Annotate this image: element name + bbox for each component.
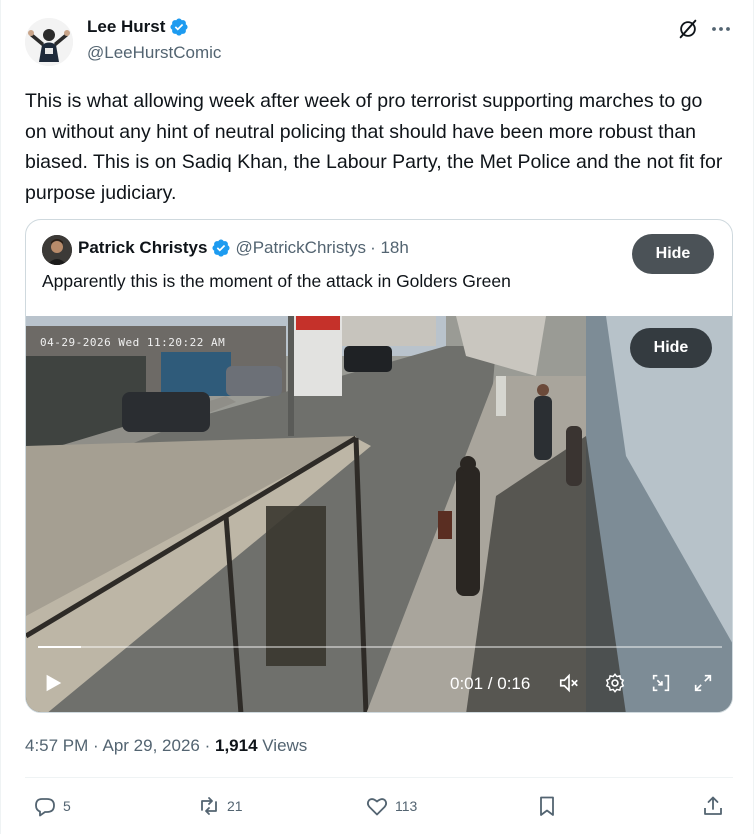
quote-name-row[interactable]: Patrick Christys @PatrickChristys · 18h — [78, 238, 409, 258]
share-icon — [704, 796, 722, 815]
meta-separator: · — [93, 736, 103, 755]
views-label: Views — [262, 736, 308, 755]
author-avatar[interactable] — [25, 18, 73, 66]
video-player[interactable]: 04-29-2026 Wed 11:20:22 AM Hide 0:01 / 0… — [26, 316, 732, 712]
hide-video-button[interactable]: Hide — [630, 328, 712, 368]
tweet-meta: 4:57 PM · Apr 29, 2026 · 1,914 Views — [25, 736, 307, 756]
repost-button[interactable]: 21 — [197, 794, 243, 818]
quote-author-handle[interactable]: @PatrickChristys — [235, 238, 366, 258]
pip-icon[interactable] — [650, 672, 672, 694]
quoted-tweet[interactable]: Patrick Christys @PatrickChristys · 18h … — [25, 219, 733, 713]
like-button[interactable]: 113 — [365, 794, 417, 818]
video-controls: 0:01 / 0:16 — [26, 652, 732, 712]
bookmark-icon — [540, 796, 554, 816]
more-icon[interactable] — [709, 18, 733, 40]
tweet-time[interactable]: 4:57 PM — [25, 736, 88, 755]
quote-timestamp[interactable]: · 18h — [370, 238, 409, 258]
verified-icon — [170, 18, 188, 36]
bookmark-button[interactable] — [535, 794, 559, 818]
verified-icon — [212, 239, 230, 257]
like-count: 113 — [395, 798, 418, 814]
tweet-date[interactable]: Apr 29, 2026 — [103, 736, 200, 755]
camera-timestamp: 04-29-2026 Wed 11:20:22 AM — [40, 336, 226, 349]
video-progress-fill — [38, 646, 81, 648]
tweet: Lee Hurst @LeeHurstComic This is what al… — [0, 0, 754, 834]
mute-icon[interactable] — [558, 672, 580, 694]
author-name[interactable]: Lee Hurst — [87, 17, 165, 37]
quote-author-avatar[interactable] — [42, 235, 72, 265]
views-count: 1,914 — [214, 736, 258, 755]
meta-separator: · — [204, 736, 215, 755]
reply-count: 5 — [63, 798, 71, 814]
action-bar: 5 21 113 — [25, 790, 733, 826]
tweet-text: This is what allowing week after week of… — [25, 90, 723, 204]
author-handle[interactable]: @LeeHurstComic — [87, 43, 221, 63]
play-icon[interactable] — [42, 672, 64, 694]
reply-button[interactable]: 5 — [33, 794, 71, 818]
share-button[interactable] — [701, 794, 725, 818]
repost-count: 21 — [227, 798, 243, 814]
settings-icon[interactable] — [604, 672, 626, 694]
like-icon — [366, 798, 388, 816]
fullscreen-icon[interactable] — [692, 672, 714, 694]
hide-button[interactable]: Hide — [632, 234, 714, 274]
video-progress[interactable] — [38, 646, 722, 648]
divider — [25, 777, 733, 778]
quote-text: Apparently this is the moment of the att… — [42, 271, 511, 291]
quote-author-name[interactable]: Patrick Christys — [78, 238, 207, 258]
grok-icon[interactable] — [677, 18, 699, 40]
video-time: 0:01 / 0:16 — [450, 674, 531, 693]
reply-icon — [35, 798, 55, 817]
repost-icon — [201, 797, 217, 815]
author-name-row[interactable]: Lee Hurst — [87, 17, 189, 37]
